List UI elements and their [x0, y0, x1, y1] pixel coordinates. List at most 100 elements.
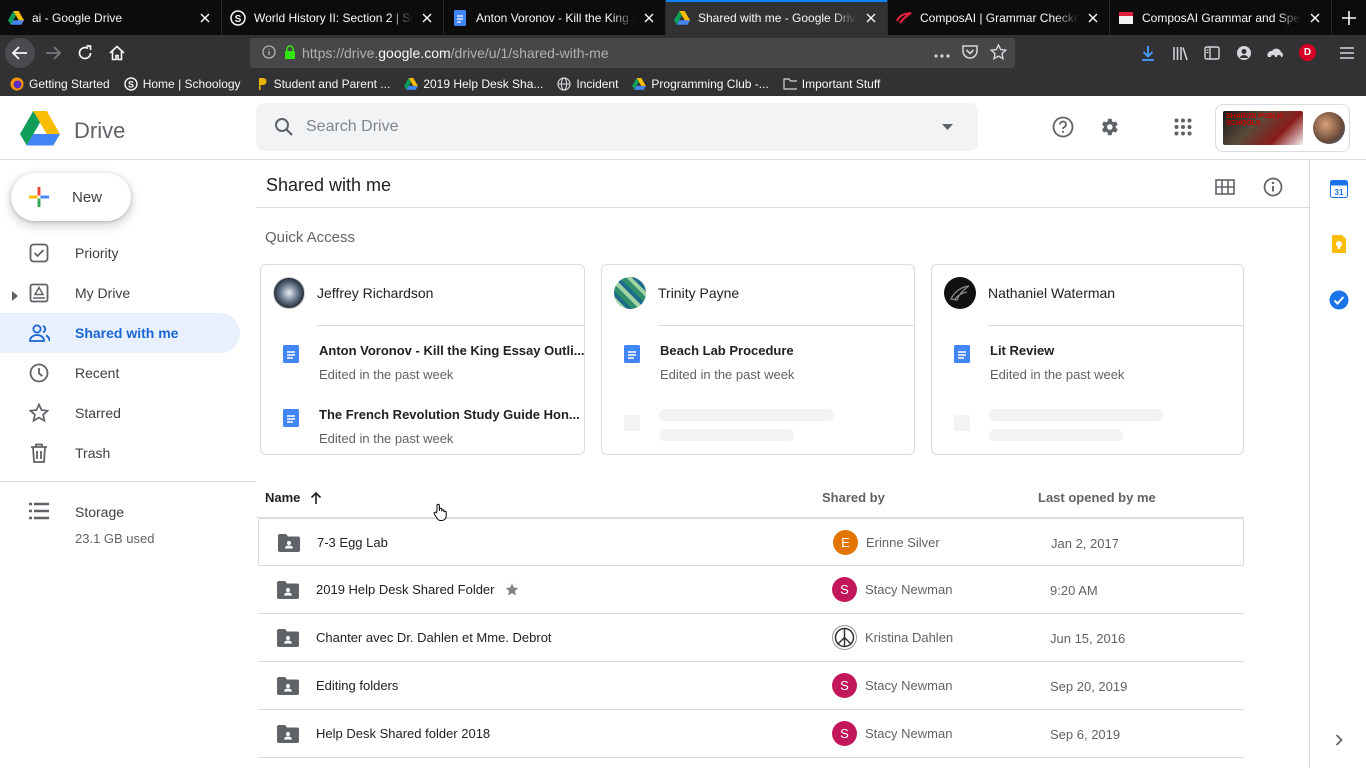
menu-icon[interactable]: [1340, 46, 1354, 64]
table-row[interactable]: Editing folders S Stacy Newman Sep 20, 2…: [258, 662, 1244, 710]
url-bar[interactable]: https://drive.google.com/drive/u/1/share…: [250, 38, 1015, 68]
column-last-opened[interactable]: Last opened by me: [1038, 490, 1156, 505]
main-content: Shared with me Quick Access Jeffrey Rich…: [256, 160, 1309, 768]
library-icon[interactable]: [1172, 45, 1188, 66]
quick-access-card: Jeffrey Richardson Anton Voronov - Kill …: [260, 264, 585, 455]
search-options-icon[interactable]: [942, 124, 953, 130]
svg-text:S: S: [235, 14, 242, 25]
drive-logo[interactable]: Drive: [20, 111, 125, 151]
bookmark-item[interactable]: Incident: [557, 77, 618, 91]
close-icon[interactable]: [1085, 10, 1101, 26]
bookmark-item[interactable]: Student and Parent ...: [255, 77, 390, 91]
composai-icon: [896, 10, 912, 26]
card-owner: Jeffrey Richardson: [273, 277, 433, 309]
help-icon[interactable]: [1048, 112, 1078, 142]
info-icon[interactable]: [262, 44, 276, 62]
grid-view-icon[interactable]: [1212, 174, 1238, 200]
table-row[interactable]: Help Desk Shared folder 2018 S Stacy New…: [258, 710, 1244, 758]
app-name: Drive: [74, 118, 126, 143]
quick-access-card: Nathaniel Waterman Lit Review Edited in …: [931, 264, 1244, 455]
quick-access-file[interactable]: Beach Lab Procedure Edited in the past w…: [624, 343, 794, 382]
tasks-icon[interactable]: [1329, 290, 1349, 310]
file-list-header: Name Shared by Last opened by me: [256, 480, 1244, 518]
svg-text:S: S: [128, 79, 134, 89]
table-row[interactable]: Chanter avec Dr. Dahlen et Mme. Debrot K…: [258, 614, 1244, 662]
bookmark-item[interactable]: Getting Started: [10, 77, 110, 91]
browser-tab[interactable]: ComposAI Grammar and Spell: [1110, 0, 1332, 35]
profile-badge[interactable]: D: [1299, 44, 1316, 61]
new-tab-button[interactable]: [1332, 0, 1366, 35]
search-input[interactable]: [306, 118, 906, 136]
info-icon[interactable]: [1260, 174, 1286, 200]
row-name: Chanter avec Dr. Dahlen et Mme. Debrot: [316, 630, 552, 645]
calendar-icon[interactable]: 31: [1329, 179, 1349, 199]
avatar: [944, 277, 976, 309]
globe-icon: [557, 76, 571, 91]
forward-button[interactable]: [37, 37, 69, 69]
composai-icon: [1118, 10, 1134, 26]
chevron-right-icon[interactable]: [1329, 730, 1349, 750]
sidebar-item-starred[interactable]: Starred: [0, 393, 240, 433]
account-switcher[interactable]: SHARON PUBLIC SCHOOLS: [1215, 104, 1350, 152]
card-owner: Nathaniel Waterman: [944, 277, 1115, 309]
close-icon[interactable]: [863, 10, 879, 26]
quick-access-file[interactable]: Lit Review Edited in the past week: [954, 343, 1124, 382]
back-arrow-icon: [12, 46, 27, 60]
reload-button[interactable]: [69, 37, 101, 69]
apps-grid-icon[interactable]: [1168, 112, 1198, 142]
sidebar-item-trash[interactable]: Trash: [0, 433, 240, 473]
sidebar-item-recent[interactable]: Recent: [0, 353, 240, 393]
sidebar-item-priority[interactable]: Priority: [0, 233, 240, 273]
settings-gear-icon[interactable]: [1094, 112, 1124, 142]
download-icon[interactable]: [1140, 45, 1156, 66]
search-bar[interactable]: [256, 103, 978, 151]
close-icon[interactable]: [419, 10, 435, 26]
bookmark-item[interactable]: S Home | Schoology: [124, 77, 241, 91]
browser-tab-active[interactable]: Shared with me - Google Drive: [666, 0, 888, 35]
new-button-label: New: [72, 188, 103, 206]
home-button[interactable]: [101, 37, 133, 69]
back-button[interactable]: [5, 38, 35, 68]
bookmark-item[interactable]: Important Stuff: [783, 77, 880, 91]
tab-title: ComposAI Grammar and Spell: [1142, 10, 1301, 25]
keep-icon[interactable]: [1329, 234, 1349, 254]
plus-icon: [1342, 10, 1356, 25]
tab-title: ComposAI | Grammar Checker: [920, 10, 1079, 25]
sidebar-toggle-icon[interactable]: [1204, 45, 1220, 66]
storage-label[interactable]: Storage: [75, 504, 124, 520]
column-shared-by[interactable]: Shared by: [822, 490, 885, 505]
account-icon[interactable]: [1236, 45, 1252, 66]
table-row[interactable]: 7-3 Egg Lab E Erinne Silver Jan 2, 2017: [258, 518, 1244, 566]
bookmark-item[interactable]: Programming Club -...: [632, 77, 769, 91]
sidebar: New Priority My Drive Shared with me Rec…: [0, 160, 256, 768]
browser-tab[interactable]: S World History II: Section 2 | Sch: [222, 0, 444, 35]
table-row[interactable]: 2019 Help Desk Shared Folder S Stacy New…: [258, 566, 1244, 614]
browser-tab[interactable]: ai - Google Drive: [0, 0, 222, 35]
new-button[interactable]: New: [11, 173, 131, 221]
bookmark-item[interactable]: 2019 Help Desk Sha...: [404, 77, 543, 91]
row-name: Help Desk Shared folder 2018: [316, 726, 491, 741]
expand-caret-icon[interactable]: [11, 288, 19, 301]
pocket-icon[interactable]: [962, 44, 978, 62]
more-actions-icon[interactable]: [934, 45, 950, 61]
close-icon[interactable]: [641, 10, 657, 26]
browser-tab[interactable]: ComposAI | Grammar Checker: [888, 0, 1110, 35]
close-icon[interactable]: [1307, 10, 1323, 26]
docs-icon: [452, 9, 468, 26]
sidebar-item-shared-with-me[interactable]: Shared with me: [0, 313, 240, 353]
quick-access-file[interactable]: The French Revolution Study Guide Hon...…: [283, 407, 580, 446]
quick-access-file[interactable]: Anton Voronov - Kill the King Essay Outl…: [283, 343, 585, 382]
loading-placeholder: [659, 429, 794, 441]
tab-title: World History II: Section 2 | Sch: [254, 10, 413, 25]
search-icon[interactable]: [274, 117, 294, 137]
avatar: [614, 277, 646, 309]
bookmark-star-icon[interactable]: [989, 42, 1008, 63]
close-icon[interactable]: [197, 10, 213, 26]
starred-icon: [505, 583, 518, 595]
sidebar-item-my-drive[interactable]: My Drive: [0, 273, 240, 313]
extension-icon[interactable]: [1266, 45, 1286, 66]
drive-icon: [20, 111, 60, 151]
sidebar-divider: [0, 481, 256, 482]
browser-tab[interactable]: Anton Voronov - Kill the King E: [444, 0, 666, 35]
column-name[interactable]: Name: [265, 490, 322, 505]
